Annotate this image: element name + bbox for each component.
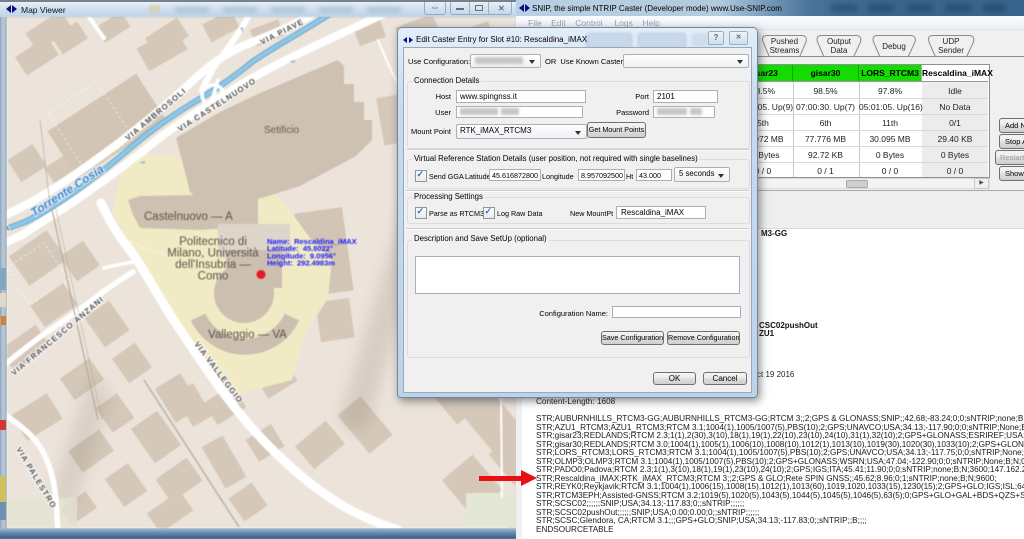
svg-text:Pushed: Pushed bbox=[771, 37, 798, 46]
svg-text:Setificio: Setificio bbox=[264, 125, 299, 136]
svg-text:Milano, Università: Milano, Università bbox=[167, 248, 259, 260]
svg-text:Como: Como bbox=[198, 271, 229, 283]
svg-text:Output: Output bbox=[827, 37, 852, 46]
svg-text:Streams: Streams bbox=[770, 46, 800, 55]
svg-text:UDP: UDP bbox=[943, 37, 960, 46]
svg-text:Debug: Debug bbox=[882, 42, 906, 51]
svg-text:Castelnuovo — A: Castelnuovo — A bbox=[144, 211, 233, 223]
svg-text:Valleggio — VA: Valleggio — VA bbox=[208, 329, 287, 341]
svg-text:Data: Data bbox=[831, 46, 848, 55]
svg-text:dell'Insubria —: dell'Insubria — bbox=[175, 259, 251, 271]
svg-text:Politecnico di: Politecnico di bbox=[179, 236, 247, 248]
svg-text:Sender: Sender bbox=[938, 46, 964, 55]
svg-text:Height: 292.4983m: Height: 292.4983m bbox=[267, 259, 335, 268]
